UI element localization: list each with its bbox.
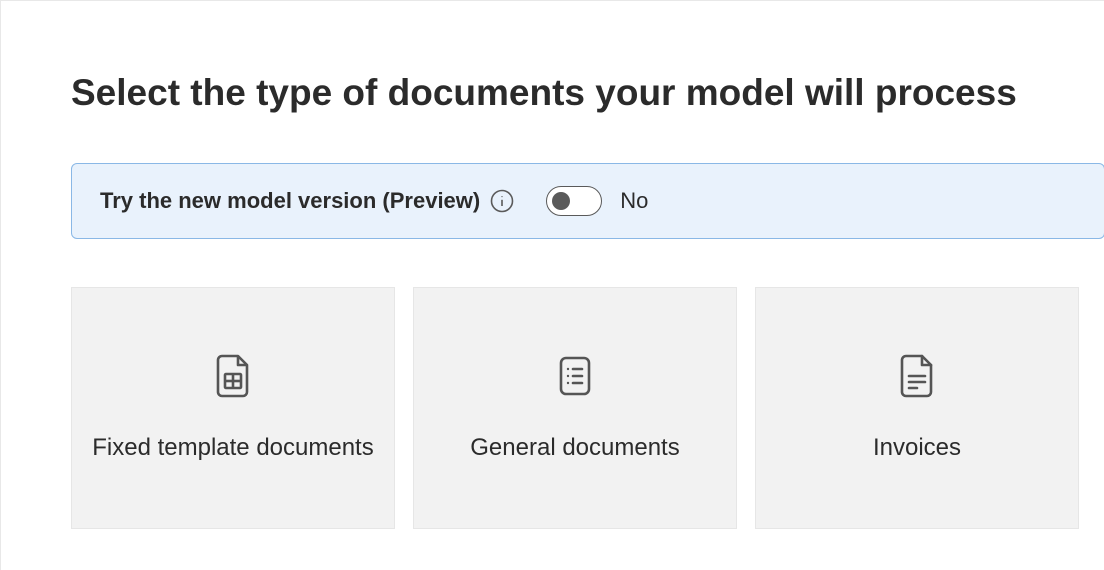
card-label: Fixed template documents bbox=[72, 432, 393, 464]
toggle-knob-icon bbox=[552, 192, 570, 210]
document-type-cards: Fixed template documents General documen… bbox=[71, 287, 1104, 529]
card-general-documents[interactable]: General documents bbox=[413, 287, 737, 529]
card-fixed-template[interactable]: Fixed template documents bbox=[71, 287, 395, 529]
card-label: Invoices bbox=[853, 432, 981, 464]
page-title: Select the type of documents your model … bbox=[71, 71, 1104, 115]
preview-banner: Try the new model version (Preview) No bbox=[71, 163, 1104, 239]
file-table-icon bbox=[209, 352, 257, 400]
card-invoices[interactable]: Invoices bbox=[755, 287, 1079, 529]
preview-toggle[interactable] bbox=[546, 186, 602, 216]
file-bullets-icon bbox=[551, 352, 599, 400]
card-label: General documents bbox=[450, 432, 699, 464]
file-lines-icon bbox=[893, 352, 941, 400]
info-icon[interactable] bbox=[490, 189, 514, 213]
toggle-state-label: No bbox=[620, 188, 648, 214]
preview-label: Try the new model version (Preview) bbox=[100, 188, 480, 214]
